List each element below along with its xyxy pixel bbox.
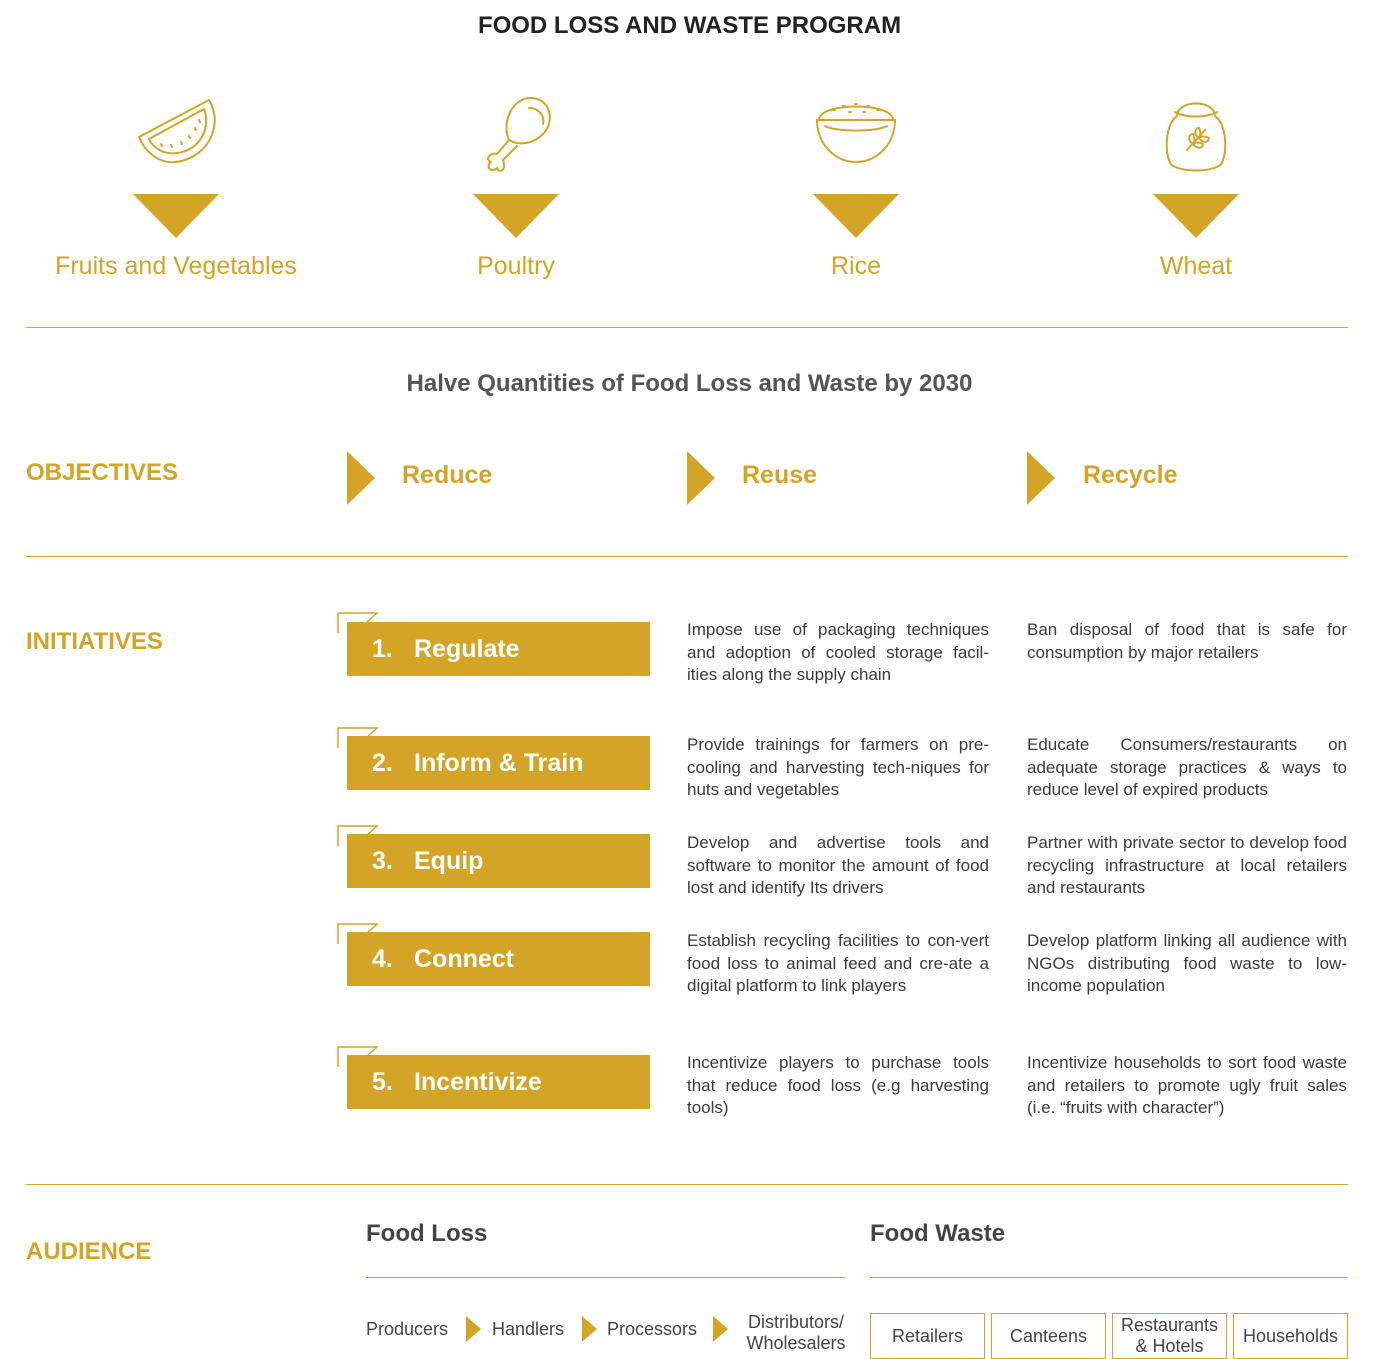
divider: [26, 1184, 1348, 1185]
watermelon-icon: [138, 99, 216, 164]
initiative-number: 2.: [372, 748, 393, 777]
initiative-connect: 4. Connect: [347, 932, 650, 986]
product-fruits-vegetables: Fruits and Vegetables: [26, 92, 326, 281]
initiative-loss-text: Impose use of packaging techniques and a…: [687, 620, 989, 684]
product-rice: Rice: [706, 92, 1006, 281]
audience-households: Households: [1233, 1313, 1348, 1359]
down-triangle: [1153, 194, 1239, 238]
initiative-loss-text: Develop and advertise tools and software…: [687, 833, 989, 897]
initiative-waste-text: Ban disposal of food that is safe for co…: [1027, 620, 1347, 662]
food-waste-underline: [870, 1277, 1348, 1278]
food-waste-heading: Food Waste: [870, 1220, 1006, 1247]
divider: [26, 327, 1348, 328]
down-triangle: [473, 194, 559, 238]
objective-recycle: Recycle: [1083, 461, 1178, 489]
initiative-number: 3.: [372, 846, 393, 875]
initiative-number: 4.: [372, 944, 393, 973]
chain-producers: Producers: [366, 1319, 449, 1339]
initiative-regulate: 1. Regulate: [347, 622, 650, 676]
product-name: Wheat: [1159, 252, 1233, 280]
initiative-loss-text: Provide trainings for farmers on pre-coo…: [687, 735, 989, 799]
initiative-name: Equip: [414, 846, 484, 875]
audience-box-label: Restaurants & Hotels: [1120, 1315, 1219, 1356]
objective-arrow: [347, 451, 375, 505]
initiative-waste-text: Partner with private sector to develop f…: [1027, 833, 1347, 897]
chain-arrow: [466, 1316, 481, 1342]
goal-heading: Halve Quantities of Food Loss and Waste …: [406, 370, 973, 397]
down-triangle: [813, 194, 899, 238]
initiative-loss-text: Incentivize players to purchase tools th…: [687, 1053, 989, 1117]
initiative-equip: 3. Equip: [347, 834, 650, 888]
rice-bowl-icon: [816, 103, 896, 163]
product-name: Poultry: [477, 252, 555, 280]
initiative-inform-train: 2. Inform & Train: [347, 736, 650, 790]
objectives-label: OBJECTIVES: [26, 459, 179, 486]
chain-arrow: [582, 1316, 597, 1342]
initiative-waste-text: Educate Consumers/restaurants on adequat…: [1027, 735, 1347, 799]
food-loss-underline: [366, 1277, 845, 1278]
chicken-leg-icon: [487, 96, 551, 172]
wheat-sack-icon: [1165, 102, 1227, 172]
chain-processors: Processors: [607, 1319, 698, 1339]
initiative-waste-text: Develop platform linking all audience wi…: [1027, 931, 1347, 995]
divider: [26, 556, 1348, 557]
initiative-number: 5.: [372, 1067, 393, 1096]
initiative-name: Inform & Train: [414, 748, 584, 777]
audience-restaurants-hotels: Restaurants & Hotels: [1112, 1313, 1227, 1359]
audience-box-label: Retailers: [891, 1325, 964, 1346]
audience-box-label: Canteens: [1009, 1325, 1088, 1346]
initiative-incentivize: 5. Incentivize: [347, 1055, 650, 1109]
audience-label: AUDIENCE: [26, 1238, 152, 1265]
objective-arrow: [1027, 451, 1055, 505]
chain-distributors: Distributors/ Wholesalers: [746, 1312, 846, 1353]
initiative-loss-text: Establish recycling facilities to con-ve…: [687, 931, 989, 995]
audience-retailers: Retailers: [870, 1313, 985, 1359]
initiatives-label: INITIATIVES: [26, 628, 163, 655]
initiative-name: Regulate: [414, 634, 520, 663]
page-title: FOOD LOSS AND WASTE PROGRAM: [477, 12, 902, 39]
initiative-number: 1.: [372, 634, 393, 663]
audience-canteens: Canteens: [991, 1313, 1106, 1359]
objective-reduce: Reduce: [402, 461, 493, 489]
initiative-waste-text: Incentivize households to sort food wast…: [1027, 1053, 1347, 1117]
initiative-name: Connect: [414, 944, 514, 973]
objective-reuse: Reuse: [742, 461, 818, 489]
product-poultry: Poultry: [366, 92, 666, 281]
audience-box-label: Households: [1242, 1325, 1339, 1346]
down-triangle: [133, 194, 219, 238]
objective-arrow: [687, 451, 715, 505]
product-name: Fruits and Vegetables: [55, 252, 297, 280]
chain-handlers: Handlers: [492, 1319, 565, 1339]
initiative-name: Incentivize: [414, 1067, 542, 1096]
product-wheat: Wheat: [1046, 92, 1346, 281]
food-loss-heading: Food Loss: [366, 1220, 488, 1247]
product-name: Rice: [830, 252, 881, 280]
chain-arrow: [713, 1316, 728, 1342]
